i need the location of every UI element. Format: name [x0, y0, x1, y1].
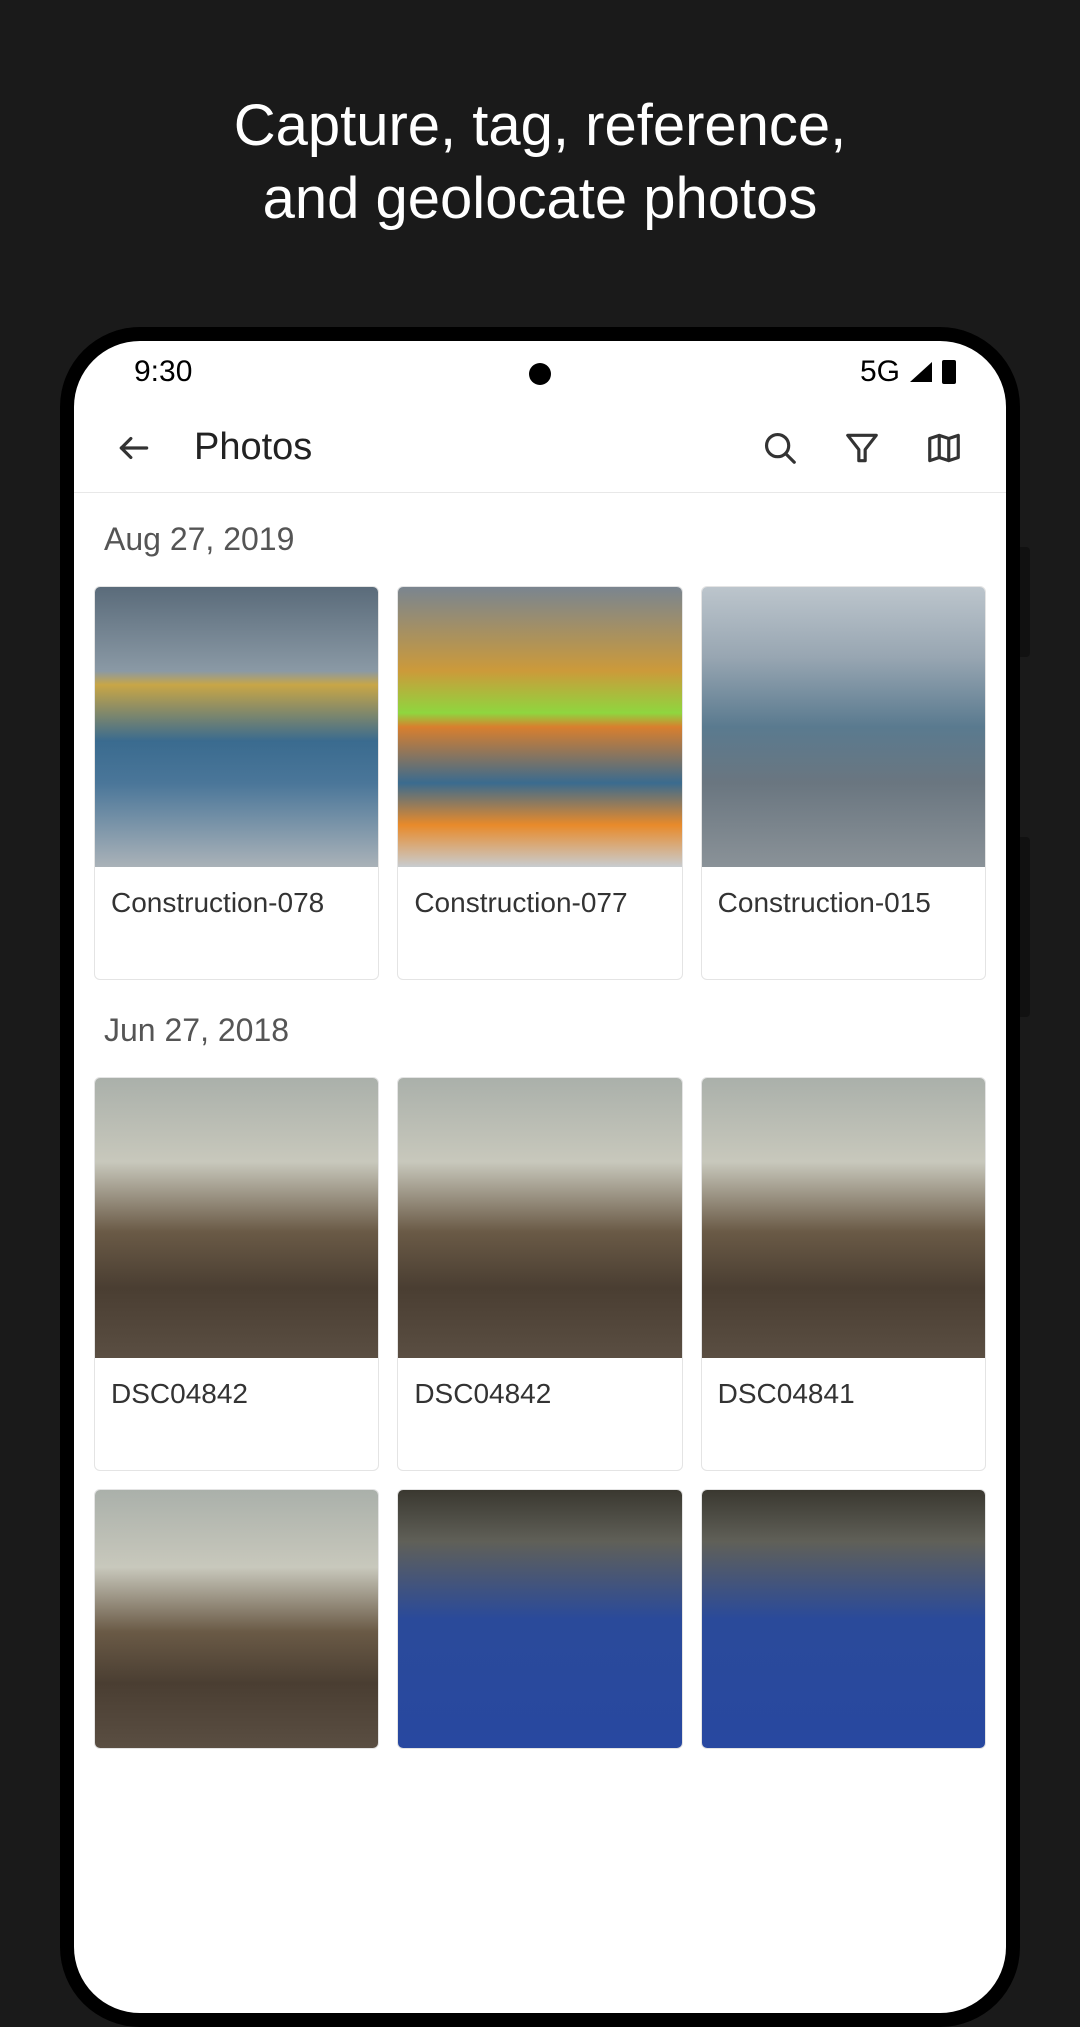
- photo-card[interactable]: Construction-077: [397, 586, 682, 980]
- photo-label: Construction-015: [702, 867, 985, 979]
- photo-card[interactable]: DSC04842: [397, 1077, 682, 1471]
- search-button[interactable]: [758, 426, 802, 470]
- photo-label: Construction-077: [398, 867, 681, 979]
- photo-card[interactable]: [701, 1489, 986, 1749]
- photo-card[interactable]: Construction-015: [701, 586, 986, 980]
- photo-card[interactable]: Construction-078: [94, 586, 379, 980]
- photo-thumbnail: [702, 1490, 985, 1748]
- header-actions: [758, 426, 976, 470]
- phone-frame: 9:30 5G Photos: [60, 327, 1020, 2027]
- headline-line-2: and geolocate photos: [0, 163, 1080, 236]
- photo-grid: Construction-078 Construction-077 Constr…: [94, 586, 986, 980]
- marketing-headline: Capture, tag, reference, and geolocate p…: [0, 0, 1080, 235]
- signal-icon: [910, 362, 932, 382]
- date-header: Jun 27, 2018: [104, 1012, 986, 1049]
- photo-label: Construction-078: [95, 867, 378, 979]
- photo-thumbnail: [702, 587, 985, 867]
- phone-side-button: [1020, 547, 1030, 657]
- filter-icon: [843, 429, 881, 467]
- photo-thumbnail: [398, 1078, 681, 1358]
- status-indicators: 5G: [860, 355, 956, 389]
- back-button[interactable]: [104, 418, 164, 478]
- date-header: Aug 27, 2019: [104, 521, 986, 558]
- phone-screen: 9:30 5G Photos: [74, 341, 1006, 2013]
- battery-icon: [942, 360, 956, 384]
- network-label: 5G: [860, 355, 900, 389]
- filter-button[interactable]: [840, 426, 884, 470]
- photo-content[interactable]: Aug 27, 2019 Construction-078 Constructi…: [74, 493, 1006, 2013]
- photo-thumbnail: [702, 1078, 985, 1358]
- photo-card[interactable]: [94, 1489, 379, 1749]
- photo-thumbnail: [398, 587, 681, 867]
- photo-label: DSC04841: [702, 1358, 985, 1470]
- camera-notch: [529, 363, 551, 385]
- phone-side-button: [1020, 837, 1030, 1017]
- photo-thumbnail: [95, 1078, 378, 1358]
- headline-line-1: Capture, tag, reference,: [0, 90, 1080, 163]
- photo-thumbnail: [95, 587, 378, 867]
- photo-card[interactable]: DSC04842: [94, 1077, 379, 1471]
- photo-label: DSC04842: [95, 1358, 378, 1470]
- app-header: Photos: [74, 403, 1006, 493]
- photo-thumbnail: [398, 1490, 681, 1748]
- photo-thumbnail: [95, 1490, 378, 1748]
- photo-label: DSC04842: [398, 1358, 681, 1470]
- back-icon: [115, 429, 153, 467]
- photo-grid: DSC04842 DSC04842 DSC04841: [94, 1077, 986, 1749]
- map-icon: [925, 429, 963, 467]
- map-button[interactable]: [922, 426, 966, 470]
- photo-card[interactable]: [397, 1489, 682, 1749]
- status-time: 9:30: [124, 355, 192, 389]
- page-title: Photos: [194, 426, 758, 469]
- photo-card[interactable]: DSC04841: [701, 1077, 986, 1471]
- search-icon: [761, 429, 799, 467]
